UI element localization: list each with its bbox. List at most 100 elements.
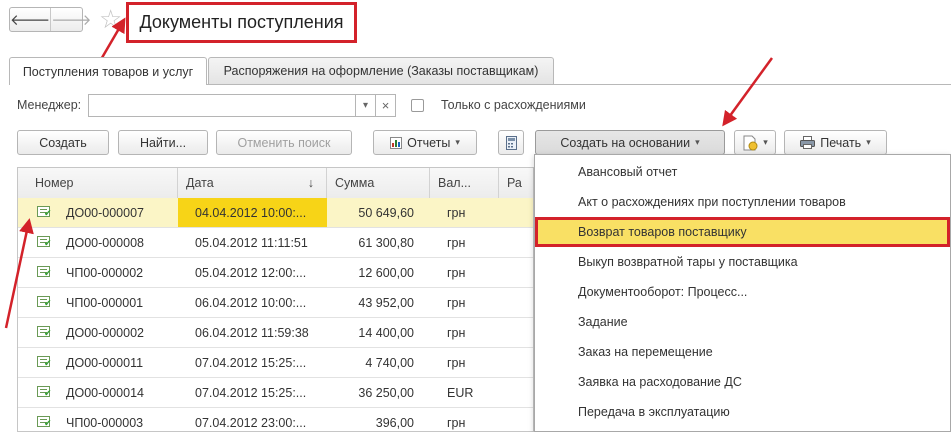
cell-date: 07.04.2012 15:25:...: [195, 355, 307, 370]
sort-descending-icon: ↓: [307, 176, 314, 190]
column-currency-label: Вал...: [438, 176, 472, 190]
create-based-on-label: Создать на основании: [560, 135, 691, 150]
cell-number: ЧП00-000003: [66, 415, 144, 430]
table-row[interactable]: ДО00-000008 05.04.2012 11:11:51 61 300,80 г…: [18, 228, 533, 258]
create-button-label: Создать: [39, 135, 87, 150]
create-button[interactable]: Создать: [17, 130, 109, 155]
cell-number: ДО00-000011: [66, 355, 144, 370]
manager-dropdown-button[interactable]: ▾: [355, 94, 376, 117]
cell-sum: 61 300,80: [358, 235, 414, 250]
chart-icon: [390, 136, 403, 149]
document-posted-icon: [37, 416, 52, 429]
tab-orders[interactable]: Распоряжения на оформление (Заказы поста…: [208, 57, 554, 84]
tab-receipts-label: Поступления товаров и услуг: [22, 64, 194, 79]
table-row[interactable]: ДО00-000007 04.04.2012 10:00:... 50 649,60…: [18, 198, 533, 228]
cell-date: 04.04.2012 10:00:...: [178, 198, 327, 227]
cell-sum: 396,00: [375, 415, 414, 430]
cell-sum: 36 250,00: [358, 385, 414, 400]
find-button-label: Найти...: [139, 135, 187, 150]
print-label: Печать: [820, 135, 862, 150]
printer-icon: [800, 136, 816, 149]
cell-sum: 14 400,00: [358, 325, 414, 340]
document-posted-icon: [37, 206, 52, 219]
table-row[interactable]: ЧП00-000003 07.04.2012 23:00:... 396,00 грн: [18, 408, 533, 431]
cell-currency: грн: [447, 295, 466, 310]
table-row[interactable]: ДО00-000002 06.04.2012 11:59:38 14 400,00 г…: [18, 318, 533, 348]
menu-item[interactable]: Передача в эксплуатацию: [535, 397, 950, 427]
cancel-search-label: Отменить поиск: [237, 135, 331, 150]
forward-button[interactable]: 🡒: [50, 8, 91, 31]
chevron-down-icon: ▾: [362, 100, 369, 111]
column-partial-label: Ра: [507, 176, 522, 190]
menu-item[interactable]: Задание: [535, 307, 950, 337]
column-currency[interactable]: Вал...: [430, 168, 499, 198]
cell-number: ДО00-000008: [66, 235, 144, 250]
cell-date: 05.04.2012 11:11:51: [195, 235, 308, 250]
table-row[interactable]: ЧП00-000002 05.04.2012 12:00:... 12 600,00…: [18, 258, 533, 288]
chevron-down-icon: ▾: [455, 137, 460, 147]
document-posted-icon: [37, 236, 52, 249]
table-row[interactable]: ЧП00-000001 06.04.2012 10:00:... 43 952,00…: [18, 288, 533, 318]
back-button[interactable]: 🡐: [10, 8, 50, 31]
cell-number: ДО00-000002: [66, 325, 144, 340]
cell-currency: EUR: [447, 385, 474, 400]
table-header: Номер Дата ↓ Сумма Вал... Ра: [18, 168, 533, 199]
cell-sum: 4 740,00: [365, 355, 414, 370]
chevron-down-icon: ▾: [866, 137, 871, 147]
menu-item[interactable]: Выкуп возвратной тары у поставщика: [535, 247, 950, 277]
manager-clear-button[interactable]: ×: [375, 94, 396, 117]
cell-date: 06.04.2012 10:00:...: [195, 295, 307, 310]
print-button[interactable]: Печать ▾: [784, 130, 887, 155]
manager-label: Менеджер:: [17, 98, 82, 112]
page-title-text: Документы поступления: [139, 12, 344, 32]
cell-currency: грн: [447, 205, 466, 220]
find-button[interactable]: Найти...: [118, 130, 208, 155]
cell-number: ДО00-000014: [66, 385, 144, 400]
menu-item[interactable]: Заказ на перемещение: [535, 337, 950, 367]
document-posted-icon: [37, 386, 52, 399]
favorite-star-icon[interactable]: ☆: [99, 4, 122, 34]
cell-number: ЧП00-000001: [66, 295, 144, 310]
arrow-right-icon: 🡒: [51, 12, 92, 29]
close-icon: ×: [381, 98, 390, 113]
document-posted-icon: [37, 266, 52, 279]
menu-item[interactable]: Документооборот: Процесс...: [535, 277, 950, 307]
arrow-left-icon: 🡐: [10, 12, 51, 29]
column-partial[interactable]: Ра: [499, 168, 533, 198]
documents-table: Номер Дата ↓ Сумма Вал... Ра ДО00-000007…: [17, 167, 534, 432]
reports-button[interactable]: Отчеты ▾: [373, 130, 477, 155]
attach-file-button[interactable]: ▾: [734, 130, 776, 155]
menu-item[interactable]: Возврат товаров поставщику: [535, 217, 950, 247]
document-posted-icon: [37, 296, 52, 309]
create-based-on-button[interactable]: Создать на основании ▾: [535, 130, 725, 155]
create-based-on-menu: Авансовый отчет Акт о расхождениях при по…: [534, 154, 951, 432]
tab-receipts[interactable]: Поступления товаров и услуг: [9, 57, 207, 85]
menu-item[interactable]: Авансовый отчет: [535, 157, 950, 187]
column-number-label: Номер: [35, 176, 74, 190]
discrepancy-checkbox[interactable]: [411, 99, 424, 112]
column-date[interactable]: Дата ↓: [178, 168, 327, 198]
menu-item[interactable]: Заявка на расходование ДС: [535, 367, 950, 397]
page-title: Документы поступления: [126, 2, 357, 43]
cell-date: 05.04.2012 12:00:...: [195, 265, 307, 280]
cell-date: 06.04.2012 11:59:38: [195, 325, 309, 340]
cell-date: 07.04.2012 15:25:...: [195, 385, 307, 400]
discrepancy-label: Только с расхождениями: [441, 98, 586, 112]
calculator-icon: [505, 135, 517, 150]
column-sum[interactable]: Сумма: [327, 168, 430, 198]
table-row[interactable]: ДО00-000014 07.04.2012 15:25:... 36 250,00…: [18, 378, 533, 408]
chevron-down-icon: ▾: [695, 137, 700, 147]
navigation-buttons: 🡐 🡒: [9, 7, 91, 32]
column-number[interactable]: Номер: [18, 168, 178, 198]
cancel-search-button[interactable]: Отменить поиск: [216, 130, 352, 155]
manager-input[interactable]: [88, 94, 356, 117]
cell-number: ДО00-000007: [66, 205, 144, 220]
document-posted-icon: [37, 326, 52, 339]
cell-currency: грн: [447, 265, 466, 280]
cell-currency: грн: [447, 325, 466, 340]
calculator-button[interactable]: [498, 130, 524, 155]
table-row[interactable]: ДО00-000011 07.04.2012 15:25:... 4 740,00 г…: [18, 348, 533, 378]
menu-item[interactable]: Акт о расхождениях при поступлении товар…: [535, 187, 950, 217]
annotation-arrow-button: [722, 57, 774, 127]
chevron-down-icon: ▾: [763, 137, 768, 147]
